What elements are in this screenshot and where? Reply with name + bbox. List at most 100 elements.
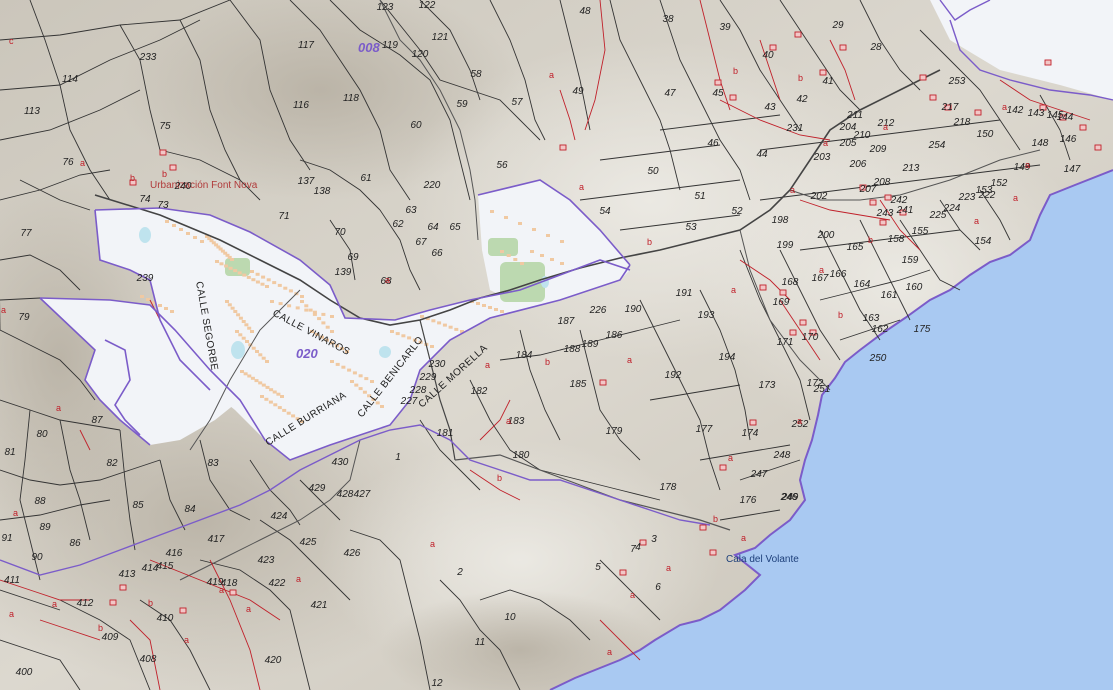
parcel-number[interactable]: 430: [332, 457, 349, 468]
parcel-number[interactable]: 87: [91, 415, 103, 426]
parcel-number[interactable]: 427: [354, 489, 371, 500]
parcel-number[interactable]: 209: [869, 144, 887, 155]
parcel-number[interactable]: 247: [750, 469, 768, 480]
parcel-number[interactable]: 148: [1032, 138, 1049, 149]
parcel-number[interactable]: 416: [166, 548, 183, 559]
parcel-number[interactable]: 184: [516, 350, 533, 361]
parcel-number[interactable]: 417: [208, 534, 225, 545]
parcel-number[interactable]: 208: [873, 177, 891, 188]
parcel-number[interactable]: 11: [475, 637, 485, 648]
parcel-number[interactable]: 248: [773, 450, 791, 461]
parcel-number[interactable]: 122: [419, 0, 436, 11]
parcel-number[interactable]: 73: [157, 200, 169, 211]
parcel-number[interactable]: 62: [392, 219, 404, 230]
parcel-number[interactable]: 5: [595, 562, 601, 573]
parcel-number[interactable]: 422: [269, 578, 286, 589]
parcel-number[interactable]: 57: [511, 97, 523, 108]
parcel-number[interactable]: 187: [558, 316, 575, 327]
map-canvas[interactable]: Urbanización Font Nova Cala del Volante …: [0, 0, 1113, 690]
parcel-number[interactable]: 51: [694, 191, 705, 202]
parcel-number[interactable]: 180: [513, 450, 530, 461]
parcel-number[interactable]: 420: [265, 655, 282, 666]
parcel-number[interactable]: 86: [69, 538, 81, 549]
parcel-number[interactable]: 400: [16, 667, 33, 678]
parcel-number[interactable]: 50: [647, 166, 659, 177]
parcel-number[interactable]: 239: [136, 273, 154, 284]
parcel-number[interactable]: 169: [773, 297, 790, 308]
parcel-number[interactable]: 155: [912, 226, 929, 237]
parcel-number[interactable]: 424: [271, 511, 288, 522]
parcel-number[interactable]: 41: [822, 76, 833, 87]
parcel-number[interactable]: 163: [863, 313, 880, 324]
parcel-number[interactable]: 143: [1028, 108, 1045, 119]
parcel-number[interactable]: 182: [471, 386, 488, 397]
parcel-number[interactable]: 137: [298, 176, 315, 187]
parcel-number[interactable]: 91: [1, 533, 12, 544]
parcel-number[interactable]: 39: [719, 22, 731, 33]
parcel-number[interactable]: 161: [881, 290, 898, 301]
parcel-number[interactable]: 144: [1057, 112, 1074, 123]
parcel-number[interactable]: 67: [415, 237, 427, 248]
parcel-number[interactable]: 188: [564, 344, 581, 355]
parcel-number[interactable]: 85: [132, 500, 144, 511]
parcel-number[interactable]: 421: [311, 600, 328, 611]
parcel-number[interactable]: 408: [140, 654, 157, 665]
parcel-number[interactable]: 176: [740, 495, 757, 506]
parcel-number[interactable]: 411: [4, 575, 20, 586]
parcel-number[interactable]: 1: [395, 452, 401, 463]
parcel-number[interactable]: 243: [876, 208, 894, 219]
parcel-number[interactable]: 113: [24, 106, 40, 117]
parcel-number[interactable]: 118: [343, 93, 359, 104]
parcel-number[interactable]: 74: [139, 194, 151, 205]
parcel-number[interactable]: 412: [77, 598, 94, 609]
parcel-number[interactable]: 190: [625, 304, 642, 315]
parcel-number[interactable]: 3: [651, 534, 657, 545]
parcel-number[interactable]: 29: [831, 20, 844, 31]
parcel-number[interactable]: 123: [377, 2, 394, 13]
parcel-number[interactable]: 121: [432, 32, 449, 43]
parcel-number[interactable]: 211: [846, 110, 863, 121]
parcel-number[interactable]: 63: [405, 205, 417, 216]
parcel-number[interactable]: 44: [756, 149, 768, 160]
parcel-number[interactable]: 48: [579, 6, 591, 17]
parcel-number[interactable]: 220: [423, 180, 441, 191]
parcel-number[interactable]: 230: [428, 359, 446, 370]
parcel-number[interactable]: 160: [906, 282, 923, 293]
parcel-number[interactable]: 56: [496, 160, 508, 171]
parcel-number[interactable]: 38: [662, 14, 674, 25]
parcel-number[interactable]: 49: [572, 86, 584, 97]
parcel-number[interactable]: 192: [665, 370, 682, 381]
parcel-number[interactable]: 242: [890, 195, 908, 206]
parcel-number[interactable]: 71: [278, 211, 289, 222]
parcel-number[interactable]: 150: [977, 129, 994, 140]
parcel-number[interactable]: 117: [298, 40, 314, 51]
parcel-number[interactable]: 76: [62, 157, 74, 168]
parcel-number[interactable]: 228: [409, 385, 427, 396]
parcel-number[interactable]: 210: [853, 130, 871, 141]
parcel-number[interactable]: 83: [207, 458, 219, 469]
parcel-number[interactable]: 206: [849, 159, 867, 170]
parcel-number[interactable]: 227: [400, 396, 418, 407]
parcel-number[interactable]: 80: [36, 429, 48, 440]
parcel-number[interactable]: 7: [630, 544, 636, 555]
parcel-number[interactable]: 60: [410, 120, 422, 131]
parcel-number[interactable]: 152: [991, 178, 1008, 189]
parcel-number[interactable]: 231: [786, 123, 804, 134]
parcel-number[interactable]: 146: [1060, 134, 1077, 145]
parcel-number[interactable]: 81: [4, 447, 15, 458]
parcel-number[interactable]: 423: [258, 555, 275, 566]
parcel-number[interactable]: 217: [941, 102, 959, 113]
parcel-number[interactable]: 178: [660, 482, 677, 493]
parcel-number[interactable]: 154: [975, 236, 992, 247]
parcel-number[interactable]: 173: [759, 380, 776, 391]
parcel-number[interactable]: 410: [157, 613, 174, 624]
parcel-number[interactable]: 218: [953, 117, 971, 128]
parcel-number[interactable]: 69: [347, 252, 359, 263]
parcel-number[interactable]: 114: [62, 74, 78, 85]
parcel-number[interactable]: 415: [157, 561, 174, 572]
parcel-number[interactable]: 59: [456, 99, 468, 110]
parcel-number[interactable]: 45: [712, 88, 724, 99]
parcel-number[interactable]: 213: [902, 163, 920, 174]
parcel-number[interactable]: 10: [504, 612, 516, 623]
parcel-number[interactable]: 12: [431, 678, 443, 689]
